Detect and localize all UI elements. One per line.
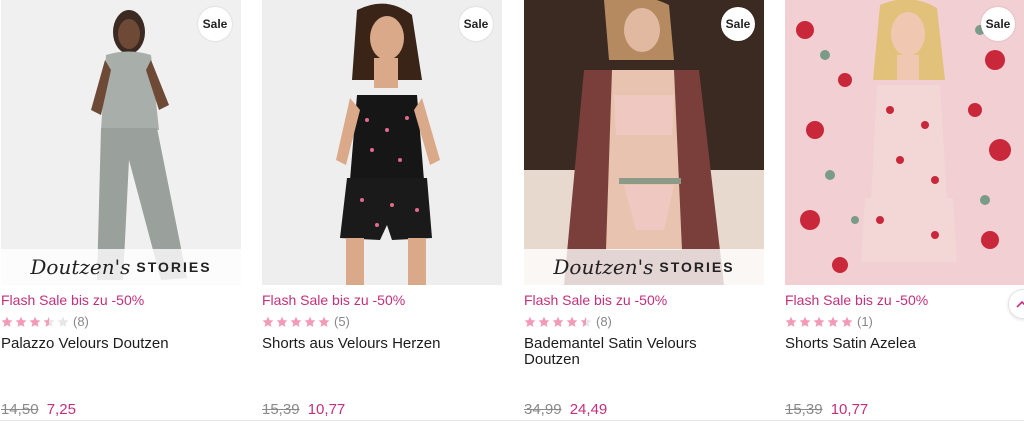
star-icon xyxy=(799,316,811,327)
product-image[interactable]: Sale xyxy=(262,0,502,285)
old-price: 15,39 xyxy=(785,401,823,418)
price: 14,50 7,25 xyxy=(1,401,76,418)
review-count: (5) xyxy=(334,314,350,329)
price: 15,39 10,77 xyxy=(262,401,345,418)
product-image[interactable]: Sale Doutzen's STORIES xyxy=(524,0,764,285)
review-count: (8) xyxy=(596,314,612,329)
rating-stars xyxy=(524,316,592,328)
product-card[interactable]: Sale Doutzen's STORIES Flash Sale bis zu… xyxy=(524,0,764,423)
flash-sale-label: Flash Sale bis zu -50% xyxy=(262,292,406,308)
flash-sale-label: Flash Sale bis zu -50% xyxy=(785,292,929,308)
sale-price: 10,77 xyxy=(307,401,346,418)
rating-stars xyxy=(262,316,330,328)
sale-badge: Sale xyxy=(721,7,755,41)
sale-price: 24,49 xyxy=(569,401,608,418)
brand-overlay: Doutzen's STORIES xyxy=(1,249,241,285)
star-icon xyxy=(43,316,55,327)
brand-overlay-script: Doutzen's xyxy=(30,255,131,279)
brand-overlay: Doutzen's STORIES xyxy=(524,249,764,285)
star-icon xyxy=(841,316,853,327)
review-count: (8) xyxy=(73,314,89,329)
star-icon xyxy=(580,316,592,327)
divider xyxy=(0,420,1024,421)
product-photo-graphic xyxy=(524,0,764,285)
product-photo-graphic xyxy=(785,0,1024,285)
star-icon xyxy=(304,316,316,327)
star-icon xyxy=(318,316,330,327)
product-photo-graphic xyxy=(262,0,502,285)
sale-price: 7,25 xyxy=(46,401,76,418)
flash-sale-label: Flash Sale bis zu -50% xyxy=(1,292,145,308)
old-price: 14,50 xyxy=(1,401,39,418)
review-count: (1) xyxy=(857,314,873,329)
star-icon xyxy=(813,316,825,327)
star-icon xyxy=(538,316,550,327)
sale-badge: Sale xyxy=(981,7,1015,41)
brand-overlay-caps: STORIES xyxy=(136,259,212,275)
product-card[interactable]: Sale Doutzen's STORIES Flash Sale bis zu… xyxy=(1,0,241,423)
star-icon xyxy=(1,316,13,327)
star-icon xyxy=(29,316,41,327)
old-price: 34,99 xyxy=(524,401,562,418)
brand-overlay-caps: STORIES xyxy=(659,259,735,275)
product-name[interactable]: Bademantel Satin Velours Doutzen xyxy=(524,336,754,368)
flash-sale-label: Flash Sale bis zu -50% xyxy=(524,292,668,308)
brand-overlay-script: Doutzen's xyxy=(553,255,654,279)
rating: (5) xyxy=(262,314,350,329)
rating: (8) xyxy=(524,314,612,329)
product-name[interactable]: Shorts aus Velours Herzen xyxy=(262,336,492,352)
product-photo-graphic xyxy=(1,0,241,285)
star-icon xyxy=(552,316,564,327)
rating-stars xyxy=(1,316,69,328)
rating-stars xyxy=(785,316,853,328)
old-price: 15,39 xyxy=(262,401,300,418)
star-icon xyxy=(262,316,274,327)
rating: (8) xyxy=(1,314,89,329)
star-icon xyxy=(566,316,578,327)
star-icon xyxy=(276,316,288,327)
star-icon xyxy=(524,316,536,327)
star-icon xyxy=(290,316,302,327)
sale-price: 10,77 xyxy=(830,401,869,418)
product-image[interactable]: Sale xyxy=(785,0,1024,285)
star-icon xyxy=(827,316,839,327)
sale-badge: Sale xyxy=(459,7,493,41)
star-icon xyxy=(15,316,27,327)
sale-badge: Sale xyxy=(198,7,232,41)
price: 15,39 10,77 xyxy=(785,401,868,418)
rating: (1) xyxy=(785,314,873,329)
price: 34,99 24,49 xyxy=(524,401,607,418)
product-grid: Sale Doutzen's STORIES Flash Sale bis zu… xyxy=(0,0,1024,423)
product-image[interactable]: Sale Doutzen's STORIES xyxy=(1,0,241,285)
product-name[interactable]: Palazzo Velours Doutzen xyxy=(1,336,231,352)
chevron-up-icon xyxy=(1016,297,1024,311)
product-card[interactable]: Sale Flash Sale bis zu -50% (1) Shorts S… xyxy=(785,0,1024,423)
star-icon xyxy=(785,316,797,327)
star-icon xyxy=(57,316,69,327)
product-card[interactable]: Sale Flash Sale bis zu -50% (5) Shorts a… xyxy=(262,0,502,423)
product-name[interactable]: Shorts Satin Azelea xyxy=(785,336,1015,352)
